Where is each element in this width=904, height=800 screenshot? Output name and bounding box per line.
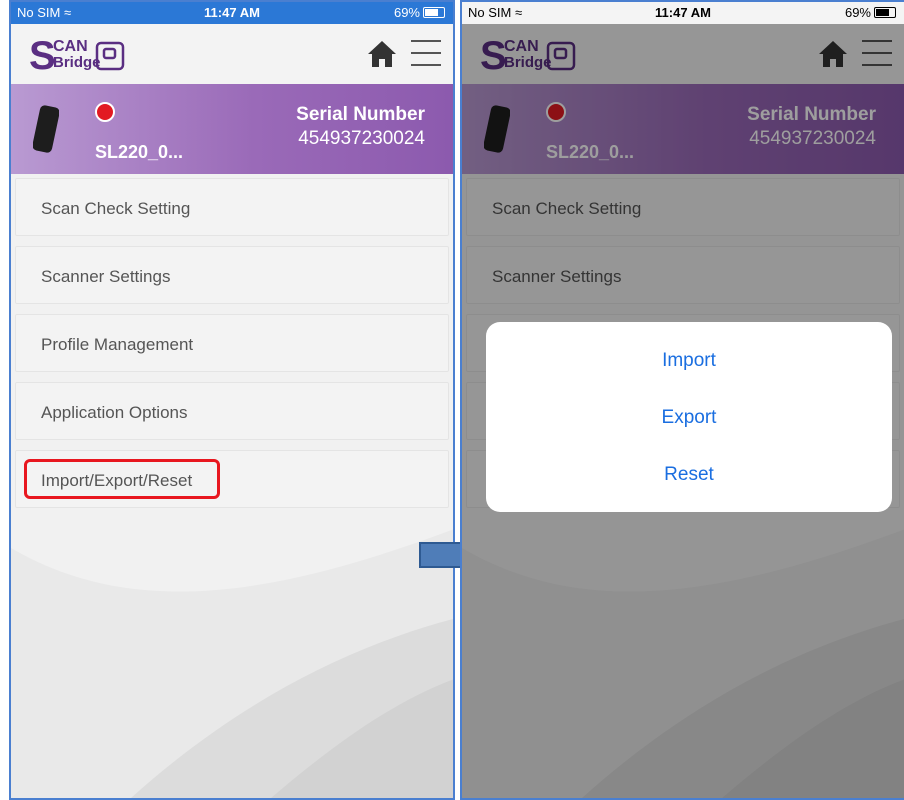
menu-item-application-options[interactable]: Application Options: [15, 382, 449, 440]
hamburger-menu-icon[interactable]: [411, 40, 441, 68]
app-bar: S CAN Bridge: [11, 24, 453, 84]
background-wave-decoration: [11, 529, 453, 798]
battery-label: 69%: [394, 5, 445, 20]
status-bar: No SIM ≈ 11:47 AM 69%: [11, 2, 453, 24]
home-icon[interactable]: [367, 40, 397, 68]
device-header: SL220_0... Serial Number 454937230024: [11, 84, 453, 174]
device-name: SL220_0...: [95, 142, 184, 162]
menu-item-import-export-reset[interactable]: Import/Export/Reset: [15, 450, 449, 508]
battery-icon: [874, 7, 896, 18]
scanner-device-icon: [33, 105, 59, 153]
time-label: 11:47 AM: [655, 5, 711, 20]
right-phone-screen: No SIM ≈ 11:47 AM 69% S CAN Bridge SL220…: [460, 0, 904, 800]
serial-number-value: 454937230024: [298, 128, 425, 149]
status-bar: No SIM ≈ 11:47 AM 69%: [462, 2, 904, 24]
menu-item-scan-check-setting[interactable]: Scan Check Setting: [15, 178, 449, 236]
battery-label: 69%: [845, 5, 896, 20]
settings-menu: Scan Check Setting Scanner Settings Prof…: [15, 178, 449, 518]
connection-status-dot: [95, 102, 115, 122]
time-label: 11:47 AM: [204, 5, 260, 20]
export-option[interactable]: Export: [486, 407, 892, 429]
left-phone-screen: No SIM ≈ 11:47 AM 69% S CAN Bridge SL220…: [9, 0, 455, 800]
menu-item-scanner-settings[interactable]: Scanner Settings: [15, 246, 449, 304]
action-sheet-dialog: Import Export Reset: [486, 322, 892, 512]
menu-item-profile-management[interactable]: Profile Management: [15, 314, 449, 372]
reset-option[interactable]: Reset: [486, 464, 892, 486]
import-option[interactable]: Import: [486, 350, 892, 372]
battery-icon: [423, 7, 445, 18]
logo-mark-icon: [95, 41, 125, 71]
serial-number-label: Serial Number: [296, 104, 425, 125]
